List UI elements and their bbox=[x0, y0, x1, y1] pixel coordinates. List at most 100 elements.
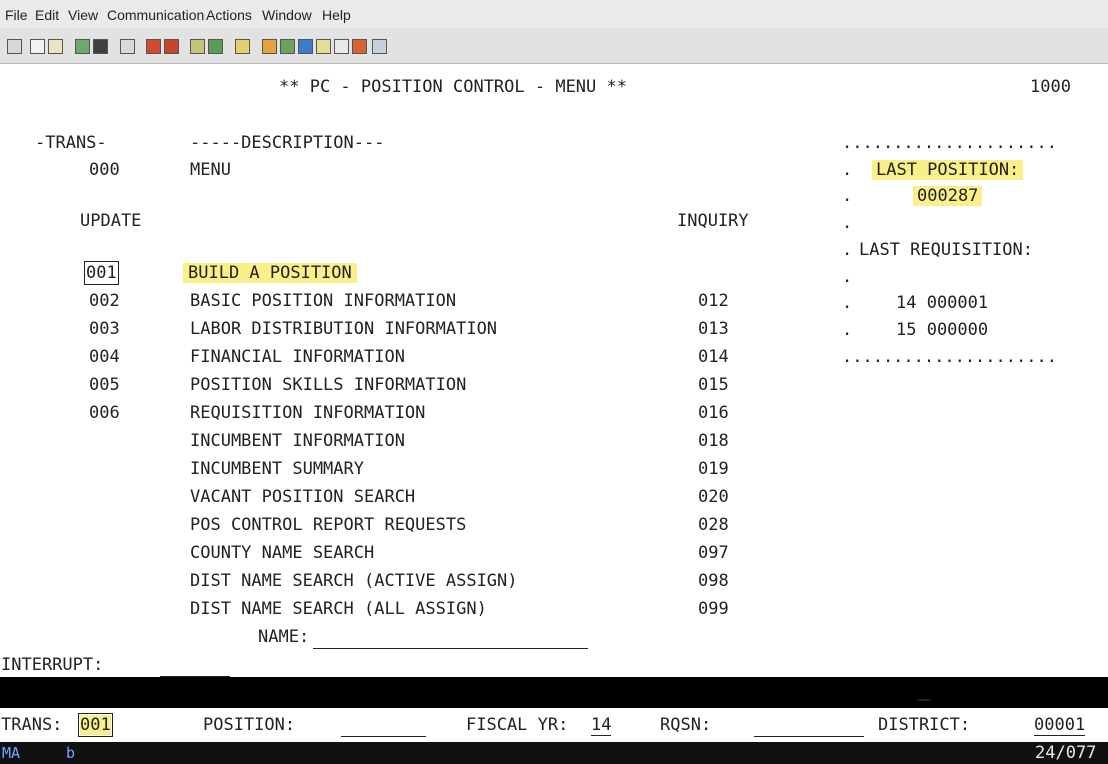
row-desc: POSITION SKILLS INFORMATION bbox=[190, 375, 467, 395]
highlight-icon[interactable] bbox=[352, 39, 367, 54]
input-mode-indicator: b bbox=[66, 744, 76, 762]
cursor-position: 24/077 bbox=[1035, 743, 1097, 763]
print-screen-icon[interactable] bbox=[7, 39, 22, 54]
last-requisition-label: LAST REQUISITION: bbox=[859, 240, 1033, 260]
menu-edit[interactable]: Edit bbox=[35, 7, 59, 23]
row-desc: VACANT POSITION SEARCH bbox=[190, 487, 416, 507]
inquiry-code-098[interactable]: 098 bbox=[698, 571, 729, 591]
inquiry-code-015[interactable]: 015 bbox=[698, 375, 729, 395]
key-line: TRANS: 001 POSITION: FISCAL YR: 14 RQSN:… bbox=[0, 708, 1108, 742]
menu-help[interactable]: Help bbox=[322, 7, 351, 23]
name-input[interactable] bbox=[313, 648, 588, 649]
record-macro-icon[interactable] bbox=[146, 39, 161, 54]
side-dot: . bbox=[842, 267, 853, 287]
menu-communication[interactable]: Communication bbox=[107, 7, 204, 23]
rqsn-input[interactable] bbox=[754, 736, 864, 737]
toolbar bbox=[0, 28, 1108, 64]
row-desc: INCUMBENT SUMMARY bbox=[190, 459, 364, 479]
clipboard-icon[interactable] bbox=[235, 39, 250, 54]
row-desc: REQUISITION INFORMATION bbox=[190, 403, 426, 423]
paste-icon[interactable] bbox=[48, 39, 63, 54]
menu-view[interactable]: View bbox=[68, 7, 98, 23]
update-code-004[interactable]: 004 bbox=[89, 347, 120, 367]
operator-info-area: MA b 24/077 bbox=[0, 742, 1108, 764]
row-desc: INCUMBENT INFORMATION bbox=[190, 431, 405, 451]
name-label: NAME: bbox=[258, 627, 310, 647]
menu-window[interactable]: Window bbox=[262, 7, 312, 23]
requisition-line-2: 15 000000 bbox=[896, 320, 989, 340]
inquiry-header: INQUIRY bbox=[677, 211, 749, 231]
stop-macro-icon[interactable] bbox=[164, 39, 179, 54]
row-desc: LABOR DISTRIBUTION INFORMATION bbox=[190, 319, 498, 339]
side-dot: . bbox=[842, 160, 853, 180]
screen-id: 1000 bbox=[1030, 77, 1071, 97]
inquiry-code-020[interactable]: 020 bbox=[698, 487, 729, 507]
interrupt-label: INTERRUPT: bbox=[1, 655, 104, 675]
district-input[interactable]: 00001 bbox=[1034, 715, 1086, 736]
side-dot: . bbox=[842, 240, 853, 260]
fiscal-year-input[interactable]: 14 bbox=[591, 715, 612, 736]
inquiry-code-028[interactable]: 028 bbox=[698, 515, 729, 535]
inquiry-code-099[interactable]: 099 bbox=[698, 599, 729, 619]
send-screen-icon[interactable] bbox=[75, 39, 90, 54]
last-position-label: LAST POSITION: bbox=[872, 160, 1024, 180]
update-code-005[interactable]: 005 bbox=[89, 375, 120, 395]
last-position-value: 000287 bbox=[913, 186, 983, 206]
fiscal-year-label: FISCAL YR: bbox=[466, 715, 569, 735]
update-code-002[interactable]: 002 bbox=[89, 291, 120, 311]
connect-icon[interactable] bbox=[262, 39, 277, 54]
terminal-screen: ** PC - POSITION CONTROL - MENU ** 1000 … bbox=[0, 63, 1108, 677]
copy-icon[interactable] bbox=[30, 39, 45, 54]
menu-bar: File Edit View Communication Actions Win… bbox=[0, 0, 1108, 28]
disconnect-icon[interactable] bbox=[280, 39, 295, 54]
row-desc: FINANCIAL INFORMATION bbox=[190, 347, 405, 367]
settings-icon[interactable] bbox=[334, 39, 349, 54]
inquiry-code-018[interactable]: 018 bbox=[698, 431, 729, 451]
rqsn-label: RQSN: bbox=[660, 715, 712, 735]
play-macro-icon[interactable] bbox=[190, 39, 205, 54]
row-desc: DIST NAME SEARCH (ALL ASSIGN) bbox=[190, 599, 487, 619]
update-code-006[interactable]: 006 bbox=[89, 403, 120, 423]
inquiry-code-012[interactable]: 012 bbox=[698, 291, 729, 311]
inquiry-code-016[interactable]: 016 bbox=[698, 403, 729, 423]
trans-header: -TRANS- bbox=[35, 133, 107, 153]
row-desc: DIST NAME SEARCH (ACTIVE ASSIGN) bbox=[190, 571, 518, 591]
side-dot: . bbox=[842, 186, 853, 206]
receive-screen-icon[interactable] bbox=[93, 39, 108, 54]
inquiry-code-014[interactable]: 014 bbox=[698, 347, 729, 367]
update-code-003[interactable]: 003 bbox=[89, 319, 120, 339]
network-icon[interactable] bbox=[372, 39, 387, 54]
menu-trans-code: 000 bbox=[89, 160, 120, 180]
globe-icon[interactable] bbox=[298, 39, 313, 54]
side-dot: . bbox=[842, 293, 853, 313]
trans-input[interactable]: 001 bbox=[78, 713, 113, 737]
edit-icon[interactable] bbox=[316, 39, 331, 54]
menu-file[interactable]: File bbox=[5, 7, 28, 23]
side-dot: . bbox=[842, 320, 853, 340]
row-desc: POS CONTROL REPORT REQUESTS bbox=[190, 515, 467, 535]
trans-label: TRANS: bbox=[1, 715, 63, 735]
row-desc: BASIC POSITION INFORMATION bbox=[190, 291, 457, 311]
district-label: DISTRICT: bbox=[878, 715, 971, 735]
side-dots-top: ..................... bbox=[842, 133, 1057, 153]
screen-title: ** PC - POSITION CONTROL - MENU ** bbox=[279, 77, 627, 97]
update-code-001[interactable]: 001 bbox=[84, 261, 119, 285]
session-indicator: MA bbox=[2, 744, 21, 762]
cursor-marker bbox=[918, 699, 930, 701]
macro-list-icon[interactable] bbox=[208, 39, 223, 54]
update-header: UPDATE bbox=[80, 211, 142, 231]
menu-trans-label: MENU bbox=[190, 160, 231, 180]
side-dots-bottom: ..................... bbox=[842, 347, 1057, 367]
display-icon[interactable] bbox=[120, 39, 135, 54]
menu-actions[interactable]: Actions bbox=[206, 7, 252, 23]
row-desc: COUNTY NAME SEARCH bbox=[190, 543, 375, 563]
requisition-line-1: 14 000001 bbox=[896, 293, 989, 313]
side-dot: . bbox=[842, 213, 853, 233]
inquiry-code-019[interactable]: 019 bbox=[698, 459, 729, 479]
row-desc-build-a-position[interactable]: BUILD A POSITION bbox=[183, 263, 357, 283]
position-label: POSITION: bbox=[203, 715, 296, 735]
message-line bbox=[0, 677, 1108, 708]
inquiry-code-097[interactable]: 097 bbox=[698, 543, 729, 563]
inquiry-code-013[interactable]: 013 bbox=[698, 319, 729, 339]
position-input[interactable] bbox=[341, 736, 426, 737]
